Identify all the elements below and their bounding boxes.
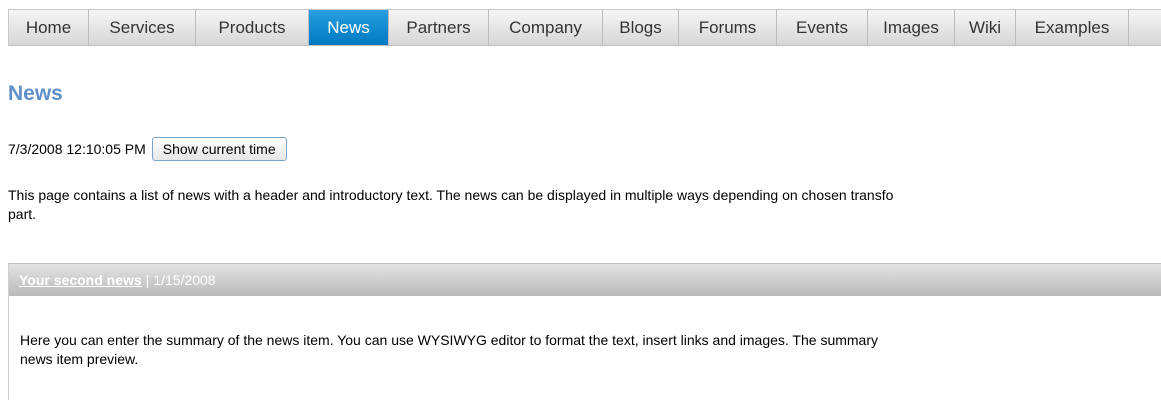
nav-item-wiki[interactable]: Wiki (955, 10, 1016, 45)
news-date: 1/15/2008 (153, 272, 216, 288)
news-separator: | (145, 272, 150, 288)
nav-item-blogs[interactable]: Blogs (603, 10, 679, 45)
page-title: News (8, 82, 63, 105)
news-summary-line: Here you can enter the summary of the ne… (20, 332, 879, 348)
show-current-time-button[interactable]: Show current time (151, 137, 287, 161)
nav-item-partners[interactable]: Partners (389, 10, 489, 45)
nav-item-images[interactable]: Images (868, 10, 955, 45)
intro-text-line: part. (8, 206, 37, 222)
nav-item-events[interactable]: Events (777, 10, 868, 45)
intro-text-line: This page contains a list of news with a… (8, 187, 894, 203)
nav-item-services[interactable]: Services (89, 10, 196, 45)
nav-item-home[interactable]: Home (8, 10, 89, 45)
nav-item-company[interactable]: Company (489, 10, 603, 45)
news-summary-line: news item preview. (20, 351, 139, 367)
news-item-header: Your second news | 1/15/2008 (9, 263, 1161, 296)
intro-text: This page contains a list of news with a… (8, 186, 1161, 224)
news-summary: Here you can enter the summary of the ne… (9, 331, 1161, 369)
nav-item-news[interactable]: News (309, 10, 389, 45)
news-item: Your second news | 1/15/2008 Here you ca… (8, 263, 1161, 400)
nav-item-examples[interactable]: Examples (1016, 10, 1129, 45)
nav-item-forums[interactable]: Forums (679, 10, 777, 45)
main-navigation: Home Services Products News Partners Com… (8, 9, 1161, 46)
news-title-link[interactable]: Your second news (19, 272, 142, 288)
time-row: 7/3/2008 12:10:05 PM Show current time (8, 137, 287, 161)
current-datetime: 7/3/2008 12:10:05 PM (8, 141, 146, 157)
nav-item-products[interactable]: Products (196, 10, 309, 45)
